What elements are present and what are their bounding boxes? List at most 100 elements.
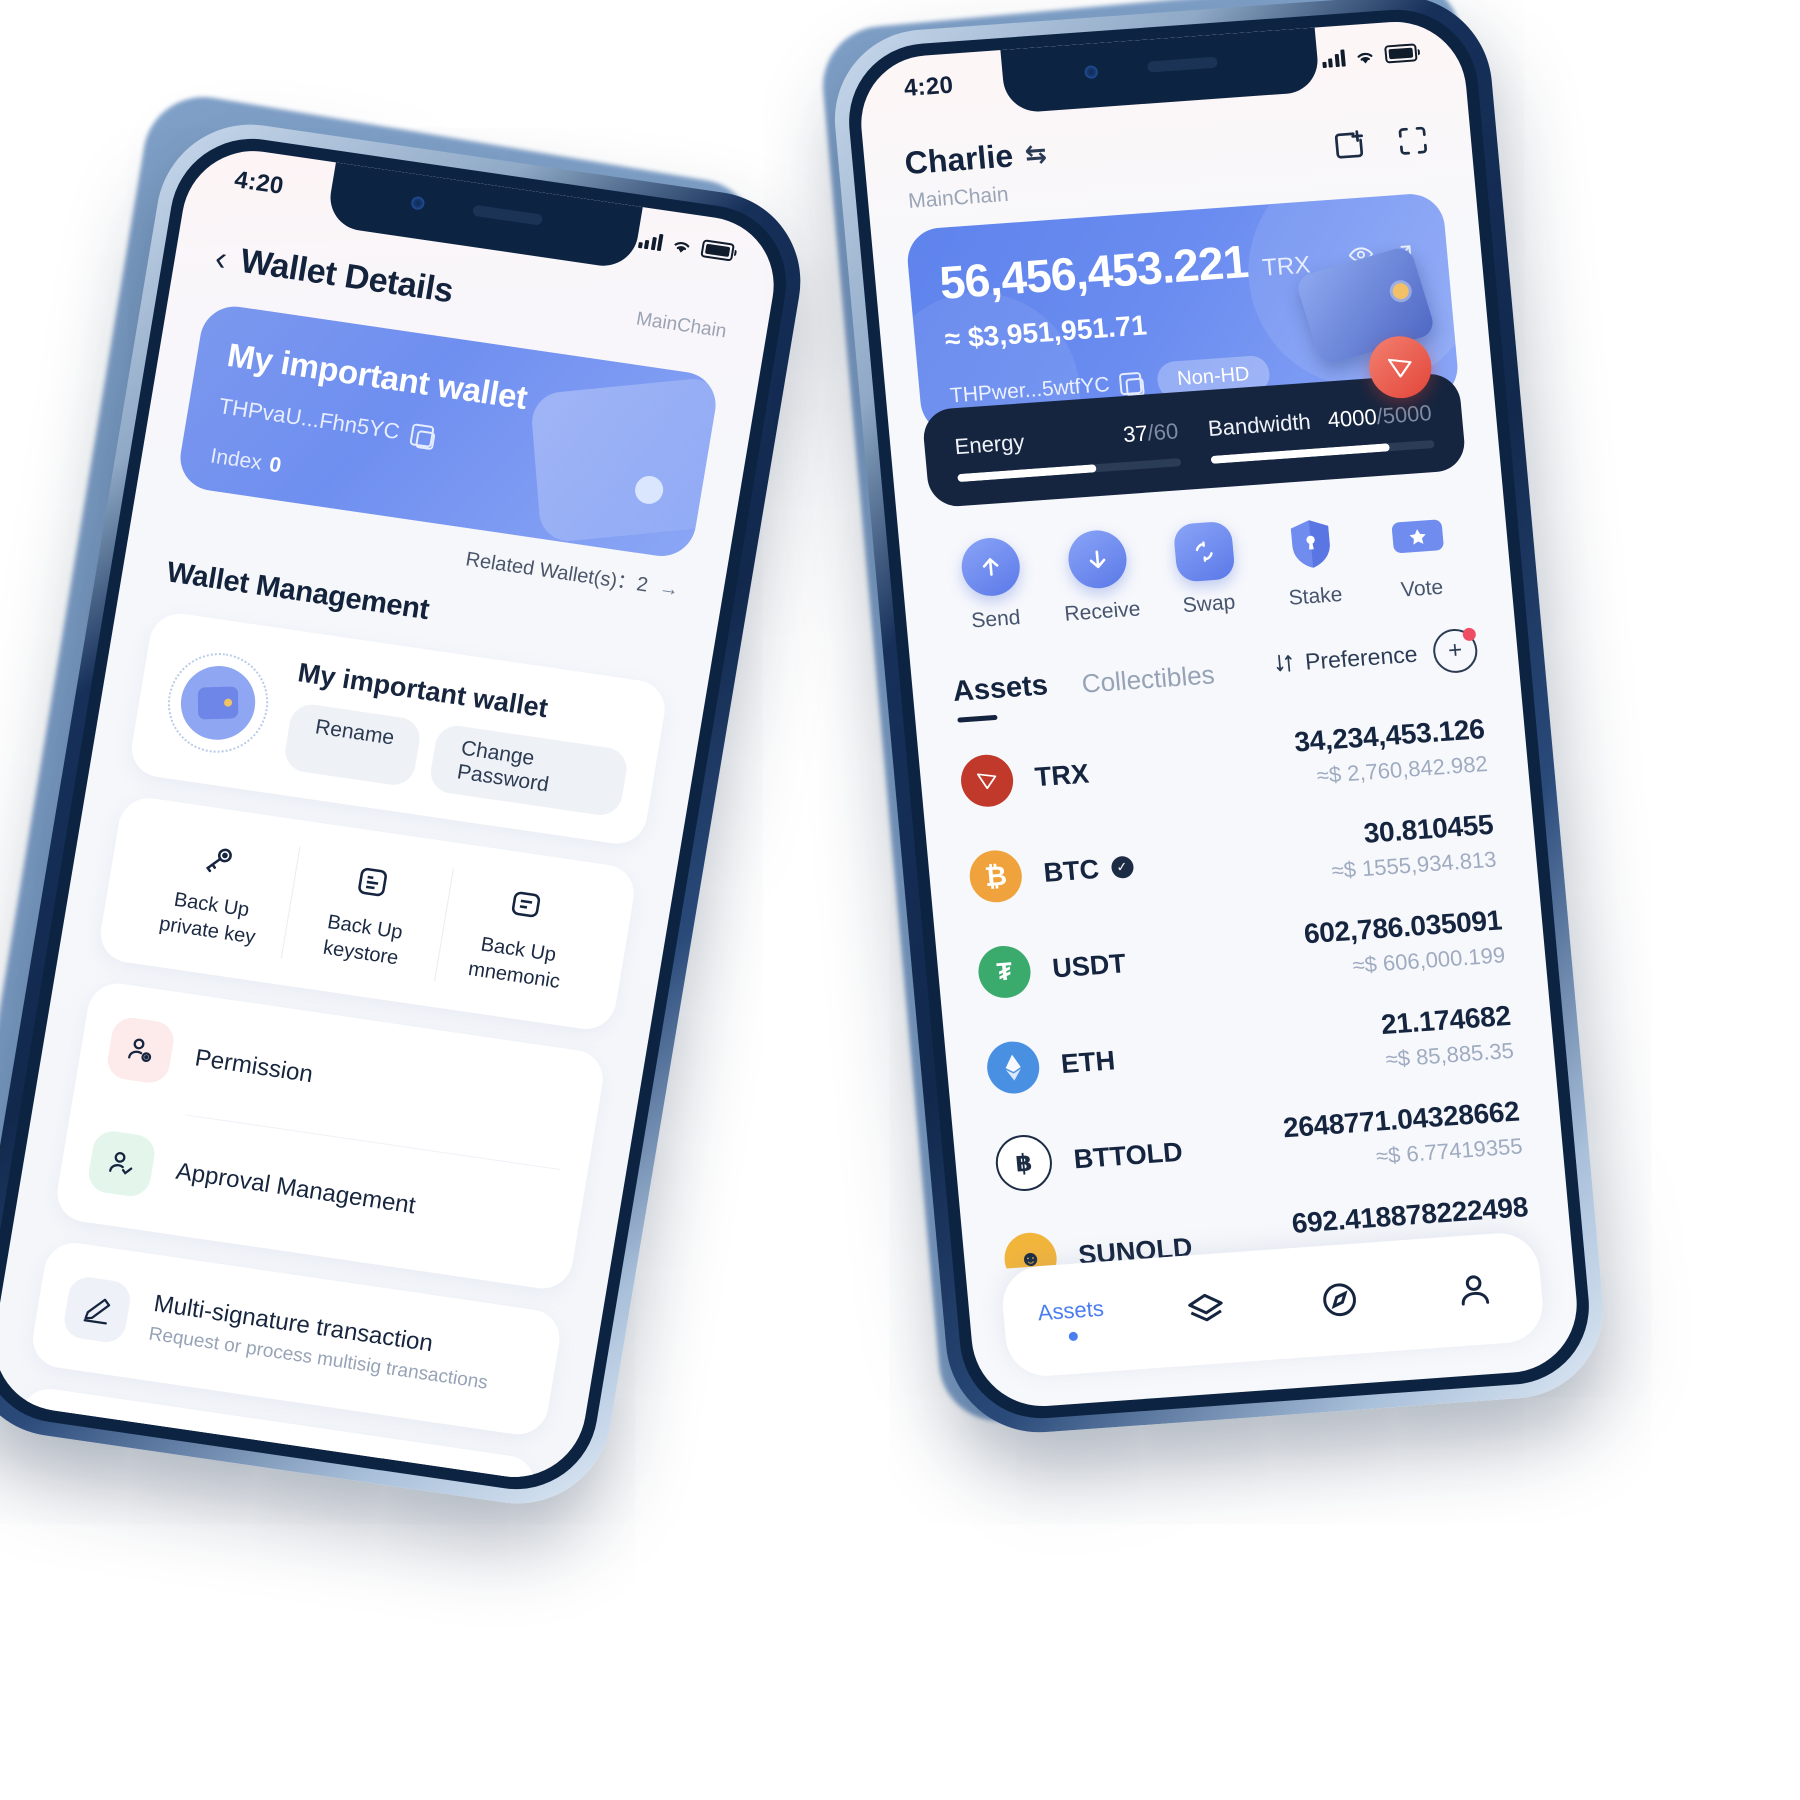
asset-fiat: ≈$ 1555,934.813 bbox=[1330, 846, 1498, 884]
wallet-identity-row: My important wallet Rename Change Passwo… bbox=[159, 639, 637, 818]
asset-symbol: ETH bbox=[1060, 1045, 1117, 1080]
account-name-row[interactable]: Charlie ⇆ bbox=[903, 135, 1048, 182]
asset-amounts: 34,234,453.126 ≈$ 2,760,842.982 bbox=[1293, 713, 1489, 790]
index-value: 0 bbox=[267, 453, 283, 478]
phone-right-bezel: 4:20 Charlie ⇆ MainChain 56,456,453.221 … bbox=[842, 4, 1596, 1424]
wallet-home-content: Charlie ⇆ MainChain 56,456,453.221 TRX ≈… bbox=[855, 17, 1582, 1411]
resource-bandwidth-top: Bandwidth 4000/5000 bbox=[1207, 400, 1433, 442]
menu-item-permission[interactable]: Permission bbox=[104, 1009, 575, 1149]
wallet-identity-text: My important wallet Rename Change Passwo… bbox=[282, 657, 637, 818]
keystore-icon bbox=[299, 851, 446, 913]
account-block[interactable]: Charlie ⇆ MainChain bbox=[903, 135, 1051, 214]
bottom-nav-assets-label: Assets bbox=[1036, 1295, 1105, 1325]
arrow-up-icon bbox=[959, 535, 1023, 598]
status-time: 4:20 bbox=[902, 71, 955, 102]
menu-item-approval-label: Approval Management bbox=[173, 1157, 418, 1220]
phone-right: 4:20 Charlie ⇆ MainChain 56,456,453.221 … bbox=[826, 0, 1612, 1439]
bandwidth-total-value: 5000 bbox=[1381, 400, 1433, 429]
resource-energy-top: Energy 37/60 bbox=[954, 418, 1180, 460]
arrow-right-icon: → bbox=[657, 576, 681, 602]
asset-fiat: ≈$ 85,885.35 bbox=[1384, 1037, 1515, 1072]
asset-symbol-text: ETH bbox=[1059, 1044, 1117, 1079]
switch-account-icon[interactable]: ⇆ bbox=[1024, 138, 1049, 170]
asset-symbol-text: BTTOLD bbox=[1072, 1136, 1184, 1174]
scene: 4:20 ‹ Wallet Details MainChain My impor… bbox=[0, 0, 1800, 1800]
action-send-label: Send bbox=[970, 606, 1022, 633]
add-token-icon[interactable]: + bbox=[1431, 627, 1480, 675]
menu-item-multisig[interactable]: Multi-signature transaction Request or p… bbox=[60, 1269, 531, 1409]
trx-coin-icon bbox=[958, 752, 1016, 809]
signal-icon bbox=[1321, 48, 1346, 68]
change-password-button[interactable]: Change Password bbox=[427, 723, 630, 818]
swap-icon bbox=[1172, 520, 1236, 583]
header-icons bbox=[1328, 108, 1432, 165]
menu-item-dapp-label: DApp Connection bbox=[125, 1449, 316, 1487]
chain-label: MainChain bbox=[634, 308, 729, 342]
approval-icon bbox=[85, 1128, 158, 1199]
copy-icon[interactable] bbox=[409, 423, 435, 449]
asset-amount: 21.174682 bbox=[1379, 999, 1512, 1041]
bottom-nav-layers[interactable] bbox=[1149, 1285, 1263, 1335]
key-icon bbox=[145, 829, 292, 891]
verified-badge-icon: ✓ bbox=[1110, 855, 1134, 880]
preference-label: Preference bbox=[1303, 640, 1419, 675]
avatar bbox=[160, 645, 276, 759]
menu-item-dapp-connection[interactable]: DApp Connection bbox=[36, 1415, 507, 1487]
eth-coin-icon bbox=[984, 1039, 1042, 1096]
wifi-icon bbox=[674, 241, 690, 253]
asset-list: TRX 34,234,453.126 ≈$ 2,760,842.982 ₿ BT… bbox=[917, 694, 1570, 1272]
action-swap[interactable]: Swap bbox=[1148, 519, 1263, 620]
ticket-icon bbox=[1386, 505, 1449, 567]
backup-keystore-button[interactable]: Back Up keystore bbox=[280, 846, 453, 981]
tab-collectibles[interactable]: Collectibles bbox=[1080, 659, 1215, 699]
backup-private-key-button[interactable]: Back Up private key bbox=[128, 824, 299, 959]
profile-icon bbox=[1461, 1275, 1489, 1306]
avatar-circle bbox=[175, 660, 261, 745]
related-wallets-text: Related Wallet(s)：2 bbox=[464, 548, 650, 597]
action-receive[interactable]: Receive bbox=[1042, 527, 1157, 628]
resource-energy-label: Energy bbox=[953, 429, 1026, 460]
bottom-nav-profile[interactable] bbox=[1417, 1265, 1531, 1315]
asset-symbol: BTTOLD bbox=[1072, 1136, 1184, 1175]
btc-coin-icon: ₿ bbox=[967, 848, 1025, 905]
resource-bandwidth-label: Bandwidth bbox=[1206, 408, 1312, 442]
menu-item-approval-management[interactable]: Approval Management bbox=[85, 1123, 556, 1263]
hero-decoration bbox=[529, 376, 721, 544]
resource-bandwidth-bar bbox=[1210, 439, 1435, 464]
preference-button[interactable]: Preference bbox=[1274, 640, 1419, 677]
asset-symbol-text: TRX bbox=[1033, 758, 1091, 792]
bottom-nav-explore[interactable] bbox=[1283, 1275, 1397, 1325]
resource-energy-bar bbox=[957, 458, 1182, 483]
back-button[interactable]: ‹ bbox=[212, 239, 229, 278]
rename-button[interactable]: Rename bbox=[282, 701, 424, 788]
resource-bandwidth-value: 4000/5000 bbox=[1327, 400, 1433, 433]
action-send[interactable]: Send bbox=[935, 534, 1050, 635]
asset-symbol-text: USDT bbox=[1050, 947, 1128, 983]
asset-symbol-text: BTC bbox=[1042, 853, 1101, 888]
backup-mnemonic-button[interactable]: Back Up mnemonic bbox=[434, 868, 607, 1004]
action-vote[interactable]: Vote bbox=[1361, 504, 1476, 605]
wallet-home-screen: 4:20 Charlie ⇆ MainChain 56,456,453.221 … bbox=[855, 17, 1583, 1411]
energy-total-value: 60 bbox=[1152, 418, 1180, 445]
active-indicator-dot bbox=[1068, 1331, 1078, 1341]
copy-icon[interactable] bbox=[1118, 371, 1143, 395]
shield-icon bbox=[1279, 513, 1342, 575]
mnemonic-icon bbox=[452, 873, 599, 935]
usdt-coin-icon: ₮ bbox=[976, 944, 1033, 1000]
bottom-nav-assets[interactable]: Assets bbox=[1015, 1294, 1129, 1345]
status-icons bbox=[637, 230, 735, 262]
front-camera-icon bbox=[409, 195, 425, 211]
battery-icon bbox=[1384, 43, 1418, 64]
action-vote-label: Vote bbox=[1400, 575, 1445, 602]
status-time: 4:20 bbox=[232, 166, 286, 200]
asset-amounts: 30.810455 ≈$ 1555,934.813 bbox=[1327, 809, 1498, 885]
link-icon bbox=[37, 1420, 109, 1487]
asset-amounts: 21.174682 ≈$ 85,885.35 bbox=[1380, 1000, 1515, 1073]
asset-symbol: USDT bbox=[1051, 948, 1127, 984]
scan-qr-icon[interactable] bbox=[1393, 122, 1432, 160]
tab-assets[interactable]: Assets bbox=[951, 669, 1049, 709]
action-stake[interactable]: Stake bbox=[1255, 511, 1370, 612]
add-wallet-icon[interactable] bbox=[1329, 126, 1368, 164]
arrow-down-icon bbox=[1066, 528, 1130, 591]
earpiece-speaker bbox=[471, 204, 543, 226]
